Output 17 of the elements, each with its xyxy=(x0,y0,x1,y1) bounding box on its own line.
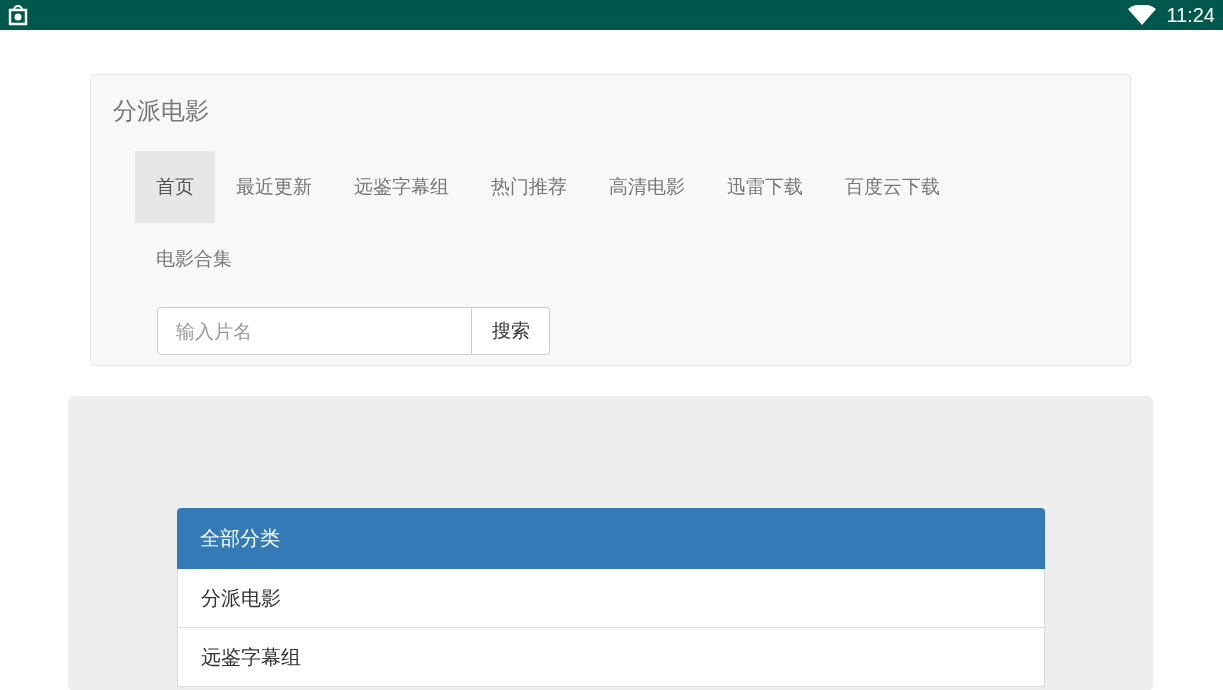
list-header: 全部分类 xyxy=(177,508,1045,569)
nav-link[interactable]: 热门推荐 xyxy=(470,151,588,223)
brand-title[interactable]: 分派电影 xyxy=(113,97,209,125)
nav-link[interactable]: 高清电影 xyxy=(588,151,706,223)
wifi-icon xyxy=(1128,5,1157,25)
category-item[interactable]: 远鉴字幕组 xyxy=(177,628,1045,687)
nav-link[interactable]: 电影合集 xyxy=(135,223,253,295)
search-button[interactable]: 搜索 xyxy=(472,307,550,355)
clock-time: 11:24 xyxy=(1166,3,1215,27)
nav-link[interactable]: 百度云下载 xyxy=(824,151,961,223)
nav-link[interactable]: 远鉴字幕组 xyxy=(333,151,470,223)
nav-link[interactable]: 迅雷下载 xyxy=(706,151,824,223)
search-field[interactable]: 输入片名 xyxy=(157,307,472,355)
category-item[interactable]: 分派电影 xyxy=(177,569,1045,628)
nav-link[interactable]: 最近更新 xyxy=(215,151,333,223)
nav-link[interactable]: 首页 xyxy=(135,151,215,223)
shopping-bag-icon xyxy=(6,3,30,27)
